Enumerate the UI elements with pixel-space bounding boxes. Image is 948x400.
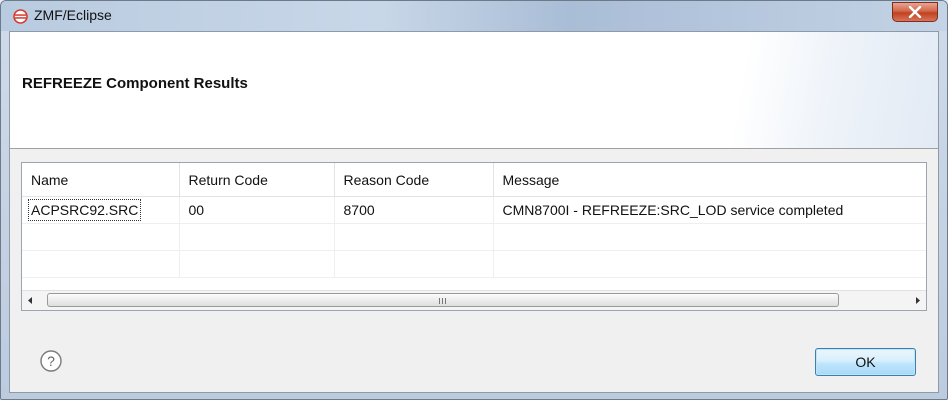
- dialog-title: REFREEZE Component Results: [22, 75, 248, 92]
- horizontal-scrollbar[interactable]: [22, 290, 926, 310]
- scrollbar-grip-icon: [439, 298, 446, 304]
- ok-button[interactable]: OK: [815, 348, 916, 376]
- scrollbar-thumb[interactable]: [47, 293, 839, 307]
- dialog-header: REFREEZE Component Results: [10, 32, 938, 149]
- table-row[interactable]: ACPSRC92.SRC 00 8700 CMN8700I - REFREEZE…: [22, 196, 926, 224]
- close-button[interactable]: [892, 2, 938, 22]
- title-bar[interactable]: ZMF/Eclipse: [1, 1, 947, 31]
- help-icon[interactable]: ?: [40, 350, 62, 372]
- column-header-reason-code[interactable]: Reason Code: [334, 163, 494, 197]
- cell-message[interactable]: CMN8700I - REFREEZE:SRC_LOD service comp…: [493, 196, 926, 224]
- empty-table-row: [22, 250, 926, 278]
- column-header-name[interactable]: Name: [22, 163, 180, 197]
- empty-table-row: [22, 223, 926, 251]
- dialog-window: ZMF/Eclipse REFREEZE Component Results N…: [0, 0, 948, 400]
- svg-text:?: ?: [47, 353, 55, 369]
- scroll-right-arrow-icon[interactable]: [909, 291, 926, 310]
- table-header-row: Name Return Code Reason Code Message: [22, 163, 926, 197]
- results-table[interactable]: Name Return Code Reason Code Message ACP…: [21, 162, 927, 311]
- close-icon: [908, 6, 922, 18]
- cell-return-code[interactable]: 00: [179, 196, 335, 224]
- column-header-return-code[interactable]: Return Code: [179, 163, 335, 197]
- cell-name-text: ACPSRC92.SRC: [27, 199, 142, 221]
- scroll-left-arrow-icon[interactable]: [22, 291, 39, 310]
- column-header-message[interactable]: Message: [493, 163, 926, 197]
- cell-reason-code[interactable]: 8700: [334, 196, 494, 224]
- eclipse-icon: [13, 9, 28, 24]
- cell-name[interactable]: ACPSRC92.SRC: [22, 196, 180, 224]
- dialog-client-area: REFREEZE Component Results Name Return C…: [9, 31, 939, 393]
- window-title: ZMF/Eclipse: [34, 7, 112, 23]
